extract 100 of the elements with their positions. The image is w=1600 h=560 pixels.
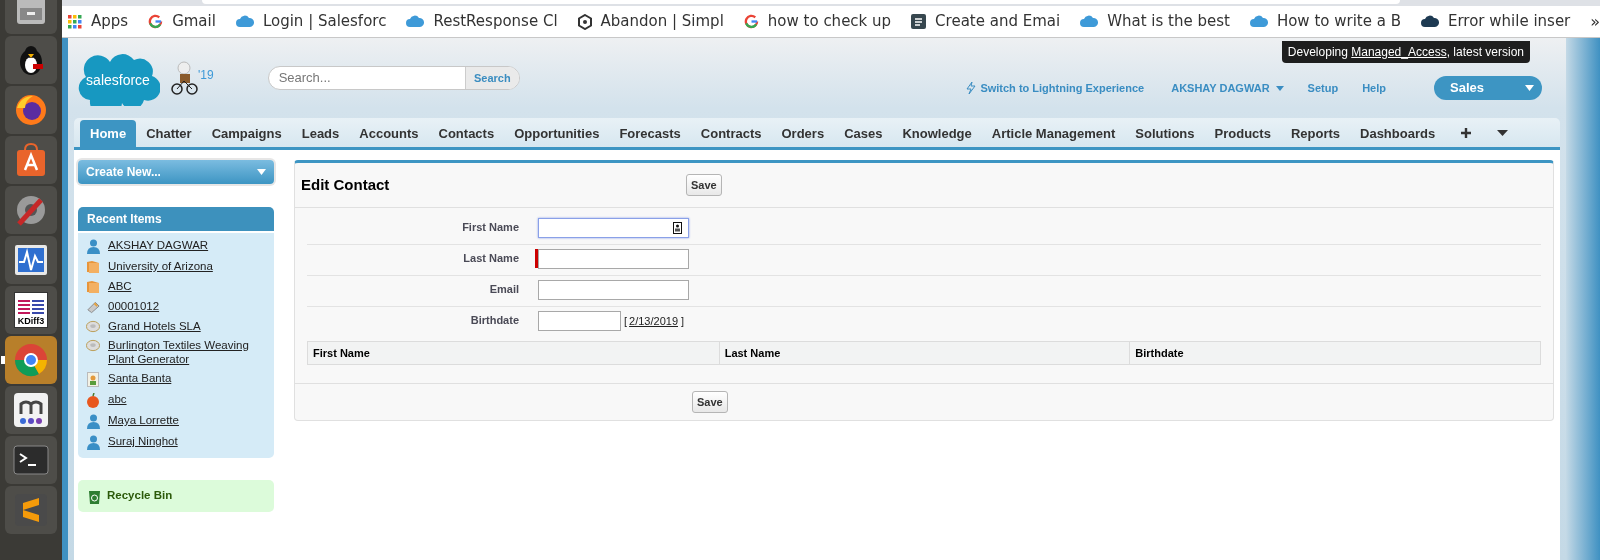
circle-logo-icon[interactable] bbox=[5, 336, 57, 384]
date-bracket: ] bbox=[681, 313, 685, 329]
person-icon bbox=[86, 435, 100, 450]
recycle-bin-panel[interactable]: Recycle Bin bbox=[78, 480, 274, 512]
text-field[interactable] bbox=[538, 280, 689, 300]
date-field[interactable] bbox=[538, 311, 621, 331]
form-title: Edit Contact bbox=[301, 174, 391, 195]
person-icon bbox=[86, 414, 100, 429]
release-label: '19 bbox=[198, 67, 214, 84]
bookmark-link[interactable]: Error while inser bbox=[1420, 10, 1571, 33]
save-button[interactable]: Save bbox=[686, 174, 722, 196]
recent-item-link[interactable]: Grand Hotels SLA bbox=[108, 319, 201, 333]
cloud-icon bbox=[406, 15, 425, 28]
terminal-icon[interactable] bbox=[5, 436, 57, 484]
field-label: First Name bbox=[461, 220, 519, 235]
bookmark-link[interactable]: What is the best bbox=[1080, 10, 1230, 33]
caret-icon bbox=[257, 169, 266, 175]
tooltip: Developing Managed_Access, latest version bbox=[1281, 41, 1530, 63]
tooltip-link[interactable]: Managed_Access bbox=[1351, 45, 1447, 59]
column-header: Last Name bbox=[723, 345, 781, 361]
field-label: Birthdate bbox=[469, 313, 519, 328]
recent-item-link[interactable]: University of Arizona bbox=[108, 259, 213, 273]
bookmark-link[interactable]: Apps bbox=[68, 10, 129, 33]
folder-icon bbox=[86, 280, 100, 294]
apple-icon bbox=[86, 393, 100, 408]
bookmark-link[interactable]: Abandon | Simpl bbox=[577, 10, 724, 33]
trash-can-icon bbox=[88, 488, 101, 504]
nav-tab[interactable]: Forecasts bbox=[609, 120, 691, 147]
id-card-icon bbox=[87, 372, 99, 387]
column-header: Birthdate bbox=[1134, 345, 1184, 361]
penguin-icon[interactable] bbox=[5, 36, 57, 84]
nav-tab[interactable]: Article Management bbox=[981, 120, 1126, 147]
cloud-icon bbox=[235, 15, 254, 28]
save-button[interactable]: Save bbox=[692, 391, 728, 413]
bookmark-link[interactable]: how to check up bbox=[743, 10, 892, 33]
folder-icon bbox=[86, 260, 100, 274]
apps-grid-icon bbox=[68, 14, 82, 29]
nav-tab[interactable]: Knowledge bbox=[892, 120, 982, 147]
recent-item-link[interactable]: 00001012 bbox=[108, 299, 160, 313]
shopping-bag-icon[interactable] bbox=[5, 136, 57, 184]
nav-tab[interactable]: Accounts bbox=[349, 120, 429, 147]
running-indicator-icon bbox=[1, 356, 5, 364]
bookmark-link[interactable]: Create and Emai bbox=[911, 10, 1061, 33]
recent-item-link[interactable]: ABC bbox=[108, 279, 132, 293]
recent-item-link[interactable]: AKSHAY DAGWAR bbox=[108, 238, 209, 252]
recent-item-link[interactable]: Burlington Textiles Weaving Plant Generator bbox=[108, 338, 266, 366]
bookmark-link[interactable]: Gmail bbox=[148, 10, 216, 33]
g-logo-icon bbox=[148, 14, 164, 29]
bookmark-link[interactable]: RestResponse Cl bbox=[406, 10, 558, 33]
globe-fox-icon[interactable] bbox=[5, 86, 57, 134]
nav-tab[interactable]: Contacts bbox=[428, 120, 505, 147]
mascot-on-bicycle-icon bbox=[170, 61, 200, 95]
kdiff-icon[interactable]: KDiff3 bbox=[5, 286, 57, 334]
drawer-icon[interactable] bbox=[5, 0, 57, 34]
nav-tab[interactable]: Cases bbox=[834, 120, 893, 147]
bookmark-link[interactable]: How to write a B bbox=[1249, 10, 1401, 33]
sublime-icon[interactable] bbox=[5, 486, 57, 534]
field-label: Last Name bbox=[462, 251, 519, 266]
column-header: First Name bbox=[312, 345, 370, 361]
coin-icon bbox=[86, 320, 100, 333]
scroll-icon bbox=[86, 300, 100, 314]
nav-tab[interactable]: Solutions bbox=[1125, 120, 1205, 147]
more-bookmarks-button[interactable]: » bbox=[1590, 9, 1600, 34]
nav-tab[interactable]: Campaigns bbox=[201, 120, 292, 147]
date-bracket: [ bbox=[624, 313, 628, 329]
cloud-icon bbox=[1420, 15, 1439, 28]
nav-tab[interactable]: Opportunities bbox=[504, 120, 610, 147]
app-label: KDiff3 bbox=[17, 317, 45, 326]
caret-icon bbox=[1525, 85, 1534, 91]
nav-tab[interactable]: Reports bbox=[1280, 120, 1350, 147]
recent-items-header: Recent Items bbox=[78, 207, 274, 231]
recent-item-link[interactable]: Suraj Ninghot bbox=[108, 434, 178, 448]
recent-item-link[interactable]: abc bbox=[108, 392, 127, 406]
document-icon bbox=[911, 14, 927, 29]
cloud-icon bbox=[1249, 15, 1268, 28]
letter-m-icon[interactable] bbox=[5, 386, 57, 434]
lightning-icon bbox=[966, 81, 977, 95]
hexagon-icon bbox=[577, 13, 592, 30]
contact-card-icon bbox=[673, 222, 682, 234]
bookmark-link[interactable]: Login | Salesforc bbox=[235, 10, 387, 33]
field-label: Email bbox=[488, 282, 519, 297]
waveform-monitor-icon[interactable] bbox=[5, 236, 57, 284]
cloud-icon bbox=[1080, 15, 1099, 28]
caret-icon bbox=[1275, 85, 1284, 91]
coin-icon bbox=[86, 339, 100, 352]
recent-item-link[interactable]: Maya Lorrette bbox=[108, 413, 179, 427]
nav-tab[interactable]: Leads bbox=[291, 120, 350, 147]
nav-tab[interactable]: Orders bbox=[771, 120, 835, 147]
nav-tab[interactable]: Contracts bbox=[690, 120, 772, 147]
nav-tab[interactable]: Products bbox=[1204, 120, 1281, 147]
recent-item-link[interactable]: Santa Banta bbox=[108, 371, 172, 385]
text-field[interactable] bbox=[538, 249, 689, 269]
nav-tab[interactable]: Dashboards bbox=[1350, 120, 1446, 147]
g-logo-icon bbox=[743, 14, 759, 29]
today-date-link[interactable]: 2/13/2019 bbox=[629, 312, 678, 330]
person-icon bbox=[86, 239, 100, 254]
caret-icon[interactable] bbox=[1497, 130, 1509, 136]
text-field[interactable] bbox=[538, 218, 689, 238]
plus-icon[interactable] bbox=[1461, 128, 1472, 138]
nav-tab[interactable]: Chatter bbox=[136, 120, 202, 147]
